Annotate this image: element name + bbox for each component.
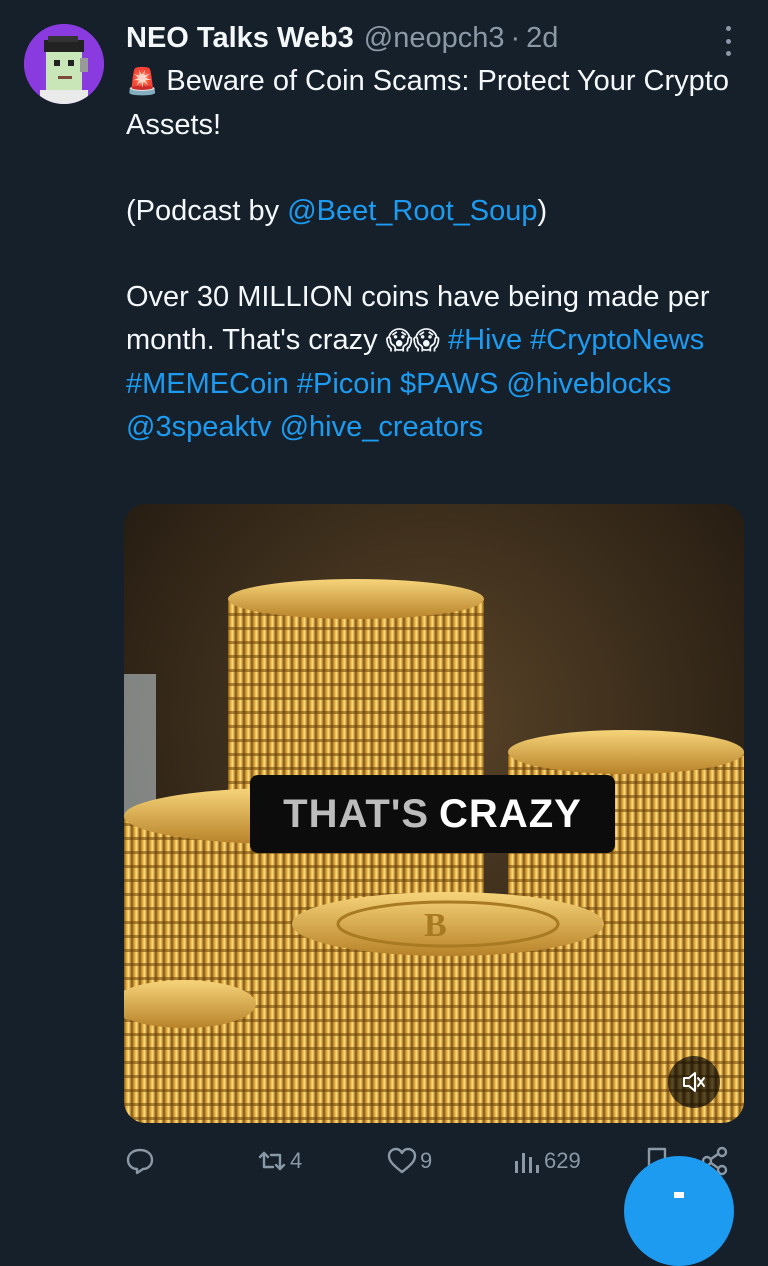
tweet-text: 🚨 Beware of Coin Scams: Protect Your Cry… [126,60,746,449]
author-handle[interactable]: @neopch3 [364,22,505,55]
compose-button[interactable] [624,1156,734,1266]
caption-part1: THAT'S [283,791,430,836]
tweet-line-body: Over 30 MILLION coins have being made pe… [126,276,746,449]
svg-text:B: B [424,907,447,944]
avatar[interactable] [24,24,104,104]
mention-beet-root-soup[interactable]: @Beet_Root_Soup [287,195,537,227]
headline-text: Beware of Coin Scams: Protect Your Crypt… [126,65,729,141]
mention-3speaktv[interactable]: @3speaktv [126,411,272,443]
reply-icon [126,1148,154,1175]
timestamp[interactable]: 2d [526,22,558,55]
hashtag-hive[interactable]: #Hive [448,324,522,356]
hashtag-picoin[interactable]: #Picoin [297,368,392,400]
tweet-header: NEO Talks Web3 @neopch3 · 2d [126,16,726,60]
scream-emoji: 😱😱 [385,326,440,356]
retweet-icon [258,1151,286,1171]
siren-emoji: 🚨 [126,67,159,97]
video-media[interactable]: B THAT'S CRAZY [124,504,744,1123]
like-count: 9 [420,1148,433,1173]
separator: · [510,21,521,54]
plus-icon [674,1192,684,1198]
tweet-line-podcast: (Podcast by @Beet_Root_Soup) [126,190,746,233]
views-bar-chart-icon [515,1153,539,1173]
heart-icon [387,1147,417,1174]
more-options-icon[interactable] [716,26,740,56]
like-button[interactable]: 9 [386,1138,432,1184]
author-name[interactable]: NEO Talks Web3 [126,22,354,55]
avatar-image [24,24,104,104]
views-count: 629 [544,1148,581,1173]
views-button[interactable]: 629 [512,1138,581,1184]
hashtag-memecoin[interactable]: #MEMECoin [126,368,289,400]
mention-hive-creators[interactable]: @hive_creators [280,411,484,443]
tweet-line-headline: 🚨 Beware of Coin Scams: Protect Your Cry… [126,60,746,147]
mute-button[interactable] [668,1056,720,1108]
speaker-muted-icon [683,1072,705,1092]
reply-button[interactable] [124,1138,158,1184]
caption-part2: CRAZY [439,791,582,836]
cashtag-paws[interactable]: $PAWS [400,368,498,400]
podcast-suffix: ) [537,195,548,227]
retweet-button[interactable]: 4 [256,1138,302,1184]
hashtag-cryptonews[interactable]: #CryptoNews [530,324,704,356]
video-caption: THAT'S CRAZY [250,775,615,853]
mention-hiveblocks[interactable]: @hiveblocks [506,368,671,400]
retweet-count: 4 [290,1148,303,1173]
podcast-prefix: (Podcast by [126,195,288,227]
